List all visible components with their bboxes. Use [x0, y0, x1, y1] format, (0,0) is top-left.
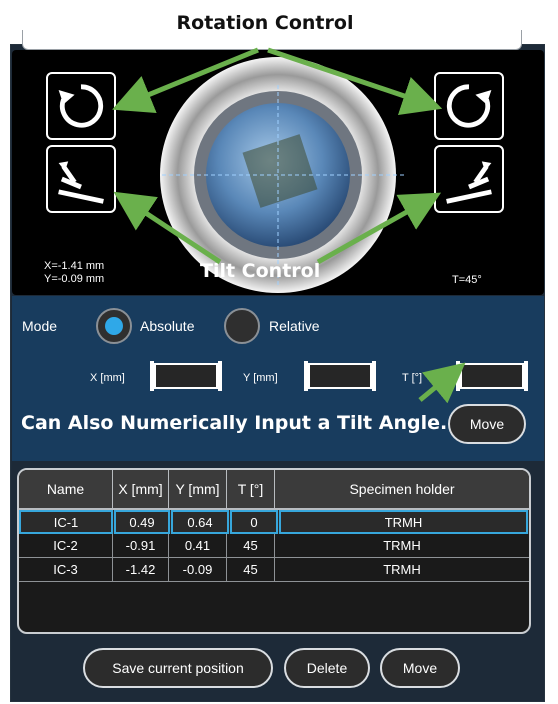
- top-bar: [22, 30, 522, 50]
- col-name[interactable]: Name: [19, 470, 113, 508]
- tilt-right-button[interactable]: [434, 145, 504, 213]
- cell-y: -0.09: [169, 558, 227, 582]
- x-input[interactable]: [150, 361, 222, 391]
- coordinate-readout: X=-1.41 mm Y=-0.09 mm: [44, 260, 104, 286]
- cell-name: IC-2: [19, 534, 113, 558]
- cell-holder: TRMH: [275, 534, 529, 558]
- rotate-cw-icon: [446, 84, 492, 128]
- cell-t: 45: [227, 558, 275, 582]
- positions-table: Name X [mm] Y [mm] T [°] Specimen holder…: [17, 468, 531, 634]
- move-button[interactable]: Move: [380, 648, 460, 688]
- rotate-clockwise-button[interactable]: [434, 72, 504, 140]
- x-field-label: X [mm]: [90, 372, 125, 384]
- tilt-left-icon: [58, 161, 104, 204]
- mode-absolute-radio[interactable]: [96, 308, 132, 344]
- cell-holder: TRMH: [275, 558, 529, 582]
- mode-relative-label: Relative: [269, 318, 320, 334]
- tilt-left-button[interactable]: [46, 145, 116, 213]
- cell-x: 0.49: [114, 510, 170, 534]
- y-input[interactable]: [304, 361, 376, 391]
- t-input[interactable]: [456, 361, 528, 391]
- col-x[interactable]: X [mm]: [113, 470, 169, 508]
- rotate-counterclockwise-button[interactable]: [46, 72, 116, 140]
- rotate-ccw-icon: [58, 84, 104, 128]
- t-field-label: T [°]: [402, 372, 423, 384]
- cell-x: -1.42: [113, 558, 169, 582]
- position-input-panel: Mode Absolute Relative X [mm] Y [mm] T […: [12, 296, 544, 461]
- col-t[interactable]: T [°]: [227, 470, 275, 508]
- coord-y: Y=-0.09 mm: [44, 273, 105, 285]
- cell-t: 45: [227, 534, 275, 558]
- cell-t: 0: [230, 510, 278, 534]
- col-holder[interactable]: Specimen holder: [275, 470, 529, 508]
- tilt-control-annotation: Tilt Control: [200, 260, 321, 282]
- mode-label: Mode: [22, 318, 58, 334]
- cell-y: 0.41: [169, 534, 227, 558]
- cell-name: IC-1: [19, 510, 113, 534]
- cell-y: 0.64: [171, 510, 229, 534]
- table-header: Name X [mm] Y [mm] T [°] Specimen holder: [19, 470, 529, 510]
- cell-name: IC-3: [19, 558, 113, 582]
- y-field-label: Y [mm]: [243, 372, 278, 384]
- table-row[interactable]: IC-1 0.49 0.64 0 TRMH: [19, 510, 529, 534]
- tilt-right-icon: [446, 161, 492, 204]
- tilt-readout: T=45°: [452, 274, 482, 286]
- cell-x: -0.91: [113, 534, 169, 558]
- coord-x: X=-1.41 mm: [44, 260, 105, 272]
- col-y[interactable]: Y [mm]: [169, 470, 227, 508]
- move-input-button[interactable]: Move: [448, 404, 526, 444]
- mode-relative-radio[interactable]: [224, 308, 260, 344]
- delete-button[interactable]: Delete: [284, 648, 370, 688]
- table-row[interactable]: IC-2 -0.91 0.41 45 TRMH: [19, 534, 529, 558]
- tilt-input-annotation: Can Also Numerically Input a Tilt Angle.: [21, 412, 448, 434]
- specimen-view: X=-1.41 mm Y=-0.09 mm T=45°: [12, 50, 544, 295]
- cell-holder: TRMH: [279, 510, 528, 534]
- save-position-button[interactable]: Save current position: [83, 648, 273, 688]
- mode-absolute-label: Absolute: [140, 318, 195, 334]
- table-row[interactable]: IC-3 -1.42 -0.09 45 TRMH: [19, 558, 529, 582]
